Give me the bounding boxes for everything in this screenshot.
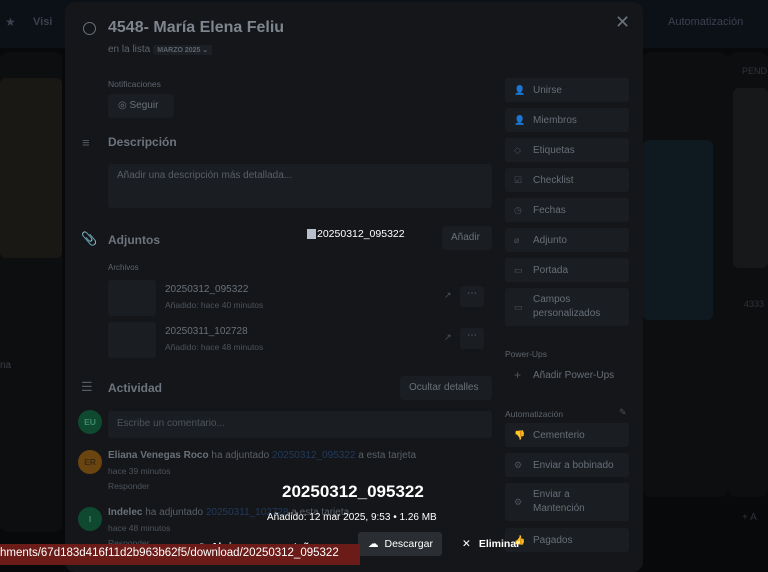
avatar[interactable]: EU (78, 410, 102, 434)
cover-button[interactable]: ▭ Portada (505, 258, 629, 282)
notifications-label: Notificaciones (108, 79, 161, 89)
close-icon: ✕ (462, 538, 471, 550)
description-heading: Descripción (108, 135, 177, 149)
custom-fields-button[interactable]: ▭ Campos personalizados (505, 288, 629, 326)
checklist-button[interactable]: ☑ Checklist (505, 168, 629, 192)
delete-button[interactable]: ✕ Eliminar (462, 532, 520, 556)
list-column-middle (643, 52, 728, 497)
broken-image-icon (307, 229, 316, 239)
activity-user[interactable]: Eliana Venegas Roco (108, 450, 209, 461)
files-label: Archivos (108, 263, 139, 272)
card-cover[interactable] (0, 78, 62, 258)
custom-fields-icon: ▭ (514, 302, 523, 312)
labels-button[interactable]: ◇ Etiquetas (505, 138, 629, 162)
preview-meta: Añadido: 12 mar 2025, 9:53 • 1.26 MB (267, 512, 437, 523)
paperclip-icon: ⌀ (514, 234, 520, 245)
add-powerups-button[interactable]: + Añadir Power-Ups (505, 363, 629, 387)
close-icon[interactable]: ✕ (615, 12, 630, 33)
activity-time[interactable]: hace 48 minutos (108, 523, 170, 533)
cover-icon: ▭ (514, 264, 523, 275)
gears-icon: ⚙ (514, 497, 523, 507)
status-bar-url: hments/67d183d416f11d2b963b62f5/download… (0, 544, 360, 565)
cloud-download-icon: ☁ (368, 538, 379, 550)
automation-button[interactable]: Automatización (668, 16, 743, 28)
card-title[interactable]: 4333 (744, 299, 764, 309)
complete-checkbox[interactable] (83, 22, 96, 35)
more-options-button[interactable]: ⋯ (460, 328, 484, 349)
avatar[interactable]: ER (78, 450, 102, 474)
description-icon: ≡ (82, 135, 90, 150)
card-title[interactable]: 4548- María Elena Feliu (108, 19, 284, 37)
preview-title: 20250312_095322 (282, 482, 424, 501)
checkbox-icon: ☑ (514, 174, 523, 185)
more-options-button[interactable]: ⋯ (460, 286, 484, 307)
comment-input[interactable]: Escribe un comentario... (108, 411, 492, 438)
powerups-label: Power-Ups (505, 349, 548, 359)
reply-link[interactable]: Responder (108, 481, 150, 491)
list-column-right: PEND 4333 + A (728, 52, 768, 523)
preview-image: 20250312_095322 (307, 228, 405, 240)
automation-bobinado-button[interactable]: ⚙ Enviar a bobinado (505, 453, 629, 477)
members-button[interactable]: 👤 Miembros (505, 108, 629, 132)
thumbs-down-icon: 👎 (514, 429, 526, 440)
automation-label: Automatización (505, 409, 564, 419)
attachment-name[interactable]: 20250311_102728 (165, 326, 248, 337)
automation-cementerio-button[interactable]: 👎 Cementerio (505, 423, 629, 447)
activity-heading: Actividad (108, 381, 163, 395)
eye-icon: ◎ (118, 100, 127, 111)
activity-user[interactable]: Indelec (108, 507, 142, 518)
open-external-icon[interactable]: ↗ (444, 290, 452, 301)
star-icon[interactable]: ★ (5, 15, 16, 29)
attachment-thumbnail[interactable] (108, 280, 156, 316)
plus-icon: + (514, 368, 522, 382)
download-button[interactable]: ☁ Descargar (358, 532, 442, 556)
hide-details-button[interactable]: Ocultar detalles (400, 376, 492, 400)
attachment-thumbnail[interactable] (108, 322, 156, 358)
list-info: en la lista MARZO 2025 ⌄ (108, 44, 213, 55)
description-input[interactable]: Añadir una descripción más detallada... (108, 164, 492, 208)
add-card-button[interactable]: + A (742, 512, 757, 523)
join-button[interactable]: 👤 Unirse (505, 78, 629, 102)
user-plus-icon: 👤 (514, 84, 526, 95)
add-attachment-button[interactable]: Añadir (442, 226, 492, 250)
card-cover[interactable] (733, 88, 768, 268)
activity-link[interactable]: 20250312_095322 (272, 450, 355, 461)
list-selector[interactable]: MARZO 2025 ⌄ (153, 45, 213, 55)
attachment-meta: Añadido: hace 40 minutos (165, 300, 264, 310)
pencil-icon[interactable]: ✎ (619, 407, 627, 418)
avatar[interactable]: I (78, 507, 102, 531)
open-external-icon[interactable]: ↗ (444, 332, 452, 343)
card-title[interactable]: na (0, 360, 11, 371)
activity-icon: ☰ (81, 379, 93, 394)
automation-mantencion-button[interactable]: ⚙ Enviar a Mantención (505, 483, 629, 521)
automation-pagados-button[interactable]: 👍 Pagados (505, 528, 629, 552)
dates-button[interactable]: ◷ Fechas (505, 198, 629, 222)
clock-icon: ◷ (514, 204, 522, 215)
paperclip-icon: 📎 (81, 231, 98, 246)
card-cover[interactable] (643, 140, 713, 320)
list-title: PEND (742, 66, 768, 76)
attachment-name[interactable]: 20250312_095322 (165, 284, 248, 295)
visibility-button[interactable]: Visi (33, 16, 52, 28)
list-column-left: na (0, 52, 62, 532)
user-icon: 👤 (514, 114, 526, 125)
tag-icon: ◇ (514, 144, 521, 155)
attachment-meta: Añadido: hace 48 minutos (165, 342, 264, 352)
in-list-label: en la lista (108, 44, 151, 55)
activity-entry: Eliana Venegas Roco ha adjuntado 2025031… (108, 450, 417, 461)
gears-icon: ⚙ (514, 459, 523, 470)
follow-button[interactable]: ◎ Seguir (108, 94, 174, 118)
activity-time[interactable]: hace 39 minutos (108, 466, 170, 476)
attachments-heading: Adjuntos (108, 233, 160, 247)
attachment-button[interactable]: ⌀ Adjunto (505, 228, 629, 252)
